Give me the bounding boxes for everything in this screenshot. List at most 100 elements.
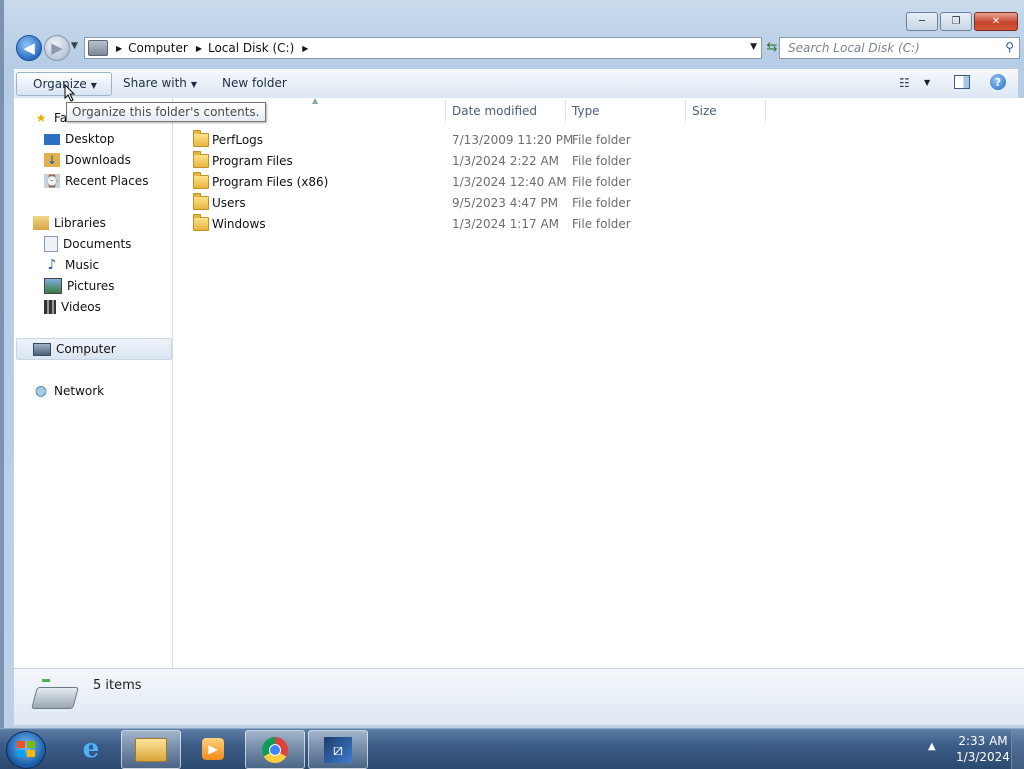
search-input[interactable]: Search Local Disk (C:) ⚲ <box>779 37 1020 59</box>
navigation-pane: ★Favorites Desktop ↓Downloads ⌚Recent Pl… <box>14 98 173 668</box>
file-date: 1/3/2024 1:17 AM <box>452 217 560 231</box>
file-row-users[interactable]: Users 9/5/2023 4:47 PM File folder <box>173 193 773 214</box>
details-pane: 5 items <box>14 668 1024 725</box>
nav-recent-places-label: Recent Places <box>65 174 149 188</box>
internet-explorer-icon: e <box>82 733 100 764</box>
file-name: Program Files (x86) <box>212 175 329 189</box>
close-button[interactable]: ✕ <box>974 12 1018 31</box>
column-divider[interactable] <box>565 100 566 122</box>
explorer-window: ─ ❐ ✕ ◀ ▶ ▼ ▶ Computer ▶ Local Disk (C:)… <box>0 0 1024 728</box>
command-bar: Organize ▼ Share with ▼ New folder ☷ ▼ ? <box>14 69 1018 99</box>
nav-computer[interactable]: Computer <box>33 339 116 359</box>
computer-icon <box>88 40 108 56</box>
address-bar[interactable]: ▶ Computer ▶ Local Disk (C:) ▶ ▼ <box>84 37 762 59</box>
nav-libraries-label: Libraries <box>54 216 106 230</box>
computer-icon <box>33 342 51 356</box>
file-row-program-files-x86[interactable]: Program Files (x86) 1/3/2024 12:40 AM Fi… <box>173 172 773 193</box>
address-dropdown-icon[interactable]: ▼ <box>750 42 757 52</box>
recent-places-icon: ⌚ <box>44 174 60 188</box>
folder-icon <box>193 151 209 168</box>
forward-button[interactable]: ▶ <box>44 35 70 61</box>
clock-time: 2:33 AM <box>958 734 1008 748</box>
share-with-label: Share with <box>123 76 187 90</box>
nav-network[interactable]: ◍ Network <box>33 381 104 401</box>
chrome-icon <box>262 736 288 763</box>
breadcrumb-separator-icon[interactable]: ▶ <box>196 44 202 53</box>
nav-music-label: Music <box>65 258 100 272</box>
nav-music[interactable]: ♪ Music <box>44 255 100 275</box>
nav-downloads-label: Downloads <box>65 153 131 167</box>
system-tray: ▲ 2:33 AM 1/3/2024 <box>914 729 1024 769</box>
file-date: 1/3/2024 12:40 AM <box>452 175 567 189</box>
recent-pages-dropdown[interactable]: ▼ <box>71 41 78 51</box>
windows-logo-icon <box>17 741 35 757</box>
search-icon[interactable]: ⚲ <box>1005 40 1014 54</box>
taskbar-media-player[interactable]: ▶ <box>184 730 242 767</box>
downloads-icon: ↓ <box>44 153 60 167</box>
breadcrumb-separator-icon[interactable]: ▶ <box>116 44 122 53</box>
back-button[interactable]: ◀ <box>16 35 42 61</box>
mouse-cursor-icon <box>64 84 76 102</box>
nav-pictures-label: Pictures <box>67 279 115 293</box>
file-row-perflogs[interactable]: PerfLogs 7/13/2009 11:20 PM File folder <box>173 130 773 151</box>
start-button[interactable] <box>6 731 46 769</box>
preview-pane-icon[interactable] <box>954 75 970 89</box>
file-name: Program Files <box>212 154 293 168</box>
navigation-row: ◀ ▶ ▼ ▶ Computer ▶ Local Disk (C:) ▶ ▼ ⇆… <box>14 35 1020 61</box>
file-date: 7/13/2009 11:20 PM <box>452 133 574 147</box>
file-type: File folder <box>572 217 631 231</box>
file-date: 9/5/2023 4:47 PM <box>452 196 559 210</box>
organize-label: Organize <box>33 77 87 91</box>
file-type: File folder <box>572 196 631 210</box>
help-icon[interactable]: ? <box>990 74 1006 90</box>
nav-libraries[interactable]: Libraries <box>33 213 106 233</box>
back-arrow-icon: ◀ <box>23 39 35 57</box>
new-folder-button[interactable]: New folder <box>222 76 287 90</box>
file-type: File folder <box>572 133 631 147</box>
nav-desktop[interactable]: Desktop <box>44 129 115 149</box>
music-icon: ♪ <box>47 257 57 273</box>
file-row-program-files[interactable]: Program Files 1/3/2024 2:22 AM File fold… <box>173 151 773 172</box>
folder-icon <box>193 130 209 147</box>
column-header-size[interactable]: Size <box>692 104 717 124</box>
taskbar-kdenlive[interactable]: ⧄ <box>308 730 368 769</box>
column-header-type[interactable]: Type <box>572 104 600 124</box>
taskbar-chrome[interactable] <box>245 730 305 769</box>
breadcrumb-computer[interactable]: Computer <box>128 41 188 55</box>
change-view-icon[interactable]: ☷ <box>899 76 910 90</box>
organize-tooltip: Organize this folder's contents. <box>66 102 266 122</box>
show-hidden-icons-icon[interactable]: ▲ <box>928 741 936 752</box>
nav-documents[interactable]: Documents <box>44 234 131 254</box>
column-divider[interactable] <box>445 100 446 122</box>
maximize-button[interactable]: ❐ <box>940 12 972 31</box>
clock[interactable]: 2:33 AM 1/3/2024 <box>948 733 1018 765</box>
file-row-windows[interactable]: Windows 1/3/2024 1:17 AM File folder <box>173 214 773 235</box>
taskbar-internet-explorer[interactable]: e <box>62 730 120 767</box>
clock-date: 1/3/2024 <box>956 750 1010 764</box>
nav-desktop-label: Desktop <box>65 132 115 146</box>
documents-icon <box>44 236 58 252</box>
column-divider[interactable] <box>685 100 686 122</box>
taskbar-windows-explorer[interactable] <box>121 730 181 769</box>
nav-pictures[interactable]: Pictures <box>44 276 115 296</box>
breadcrumb-local-disk[interactable]: Local Disk (C:) <box>208 41 294 55</box>
column-divider[interactable] <box>765 100 766 122</box>
file-list: ▲ Date modified Type Size PerfLogs 7/13/… <box>173 96 1024 668</box>
folder-icon <box>193 172 209 189</box>
nav-videos[interactable]: Videos <box>44 297 101 317</box>
nav-network-label: Network <box>54 384 105 398</box>
nav-computer-label: Computer <box>56 342 116 356</box>
minimize-button[interactable]: ─ <box>906 12 938 31</box>
desktop-icon <box>44 133 60 145</box>
star-icon: ★ <box>35 111 47 125</box>
nav-videos-label: Videos <box>61 300 101 314</box>
share-with-button[interactable]: Share with ▼ <box>123 76 197 90</box>
nav-recent-places[interactable]: ⌚ Recent Places <box>44 171 148 191</box>
file-date: 1/3/2024 2:22 AM <box>452 154 560 168</box>
breadcrumb-separator-icon[interactable]: ▶ <box>302 44 308 53</box>
nav-downloads[interactable]: ↓ Downloads <box>44 150 131 170</box>
column-header-date-modified[interactable]: Date modified <box>452 104 537 124</box>
view-options-dropdown[interactable]: ▼ <box>924 78 930 87</box>
show-desktop-button[interactable] <box>1011 729 1024 769</box>
taskbar: e ▶ ⧄ ▲ 2:33 AM 1/3/2024 <box>0 728 1024 769</box>
